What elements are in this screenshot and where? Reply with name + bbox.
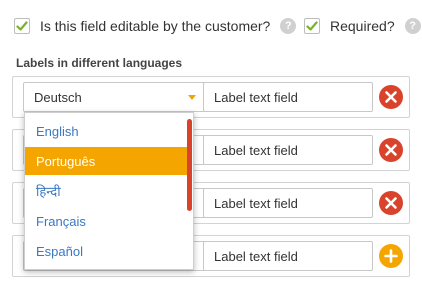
dropdown-scrollbar[interactable] xyxy=(187,119,192,211)
chevron-down-icon xyxy=(188,95,196,100)
help-icon[interactable]: ? xyxy=(280,18,297,34)
language-select-value: Deutsch xyxy=(34,89,82,105)
dropdown-option-espanol[interactable]: Español xyxy=(25,237,187,265)
language-dropdown-list: English Português हिन्दी Français Españo… xyxy=(24,112,194,270)
plus-icon xyxy=(384,249,398,263)
required-option: Required? ? xyxy=(304,12,421,40)
check-icon xyxy=(16,21,28,31)
label-text-input[interactable]: Label text field xyxy=(203,188,373,218)
language-select[interactable]: Deutsch xyxy=(23,82,207,112)
check-icon xyxy=(306,21,318,31)
editable-checkbox[interactable] xyxy=(14,18,30,34)
close-icon xyxy=(385,91,397,103)
required-checkbox[interactable] xyxy=(304,18,320,34)
remove-row-button[interactable] xyxy=(379,191,403,215)
close-icon xyxy=(385,197,397,209)
dropdown-option-portugues[interactable]: Português xyxy=(25,147,187,175)
label-text-input[interactable]: Label text field xyxy=(203,135,373,165)
close-icon xyxy=(385,144,397,156)
section-title: Labels in different languages xyxy=(16,56,183,70)
label-text-input[interactable]: Label text field xyxy=(203,82,373,112)
dropdown-option-hindi[interactable]: हिन्दी xyxy=(25,177,187,205)
help-icon[interactable]: ? xyxy=(404,18,421,34)
label-text-input[interactable]: Label text field xyxy=(203,241,373,271)
editable-option: Is this field editable by the customer? … xyxy=(14,12,297,40)
editable-label[interactable]: Is this field editable by the customer? xyxy=(40,18,270,34)
remove-row-button[interactable] xyxy=(379,85,403,109)
required-label[interactable]: Required? xyxy=(330,18,395,34)
remove-row-button[interactable] xyxy=(379,138,403,162)
add-row-button[interactable] xyxy=(379,244,403,268)
dropdown-option-english[interactable]: English xyxy=(25,117,187,145)
dropdown-option-francais[interactable]: Français xyxy=(25,207,187,235)
